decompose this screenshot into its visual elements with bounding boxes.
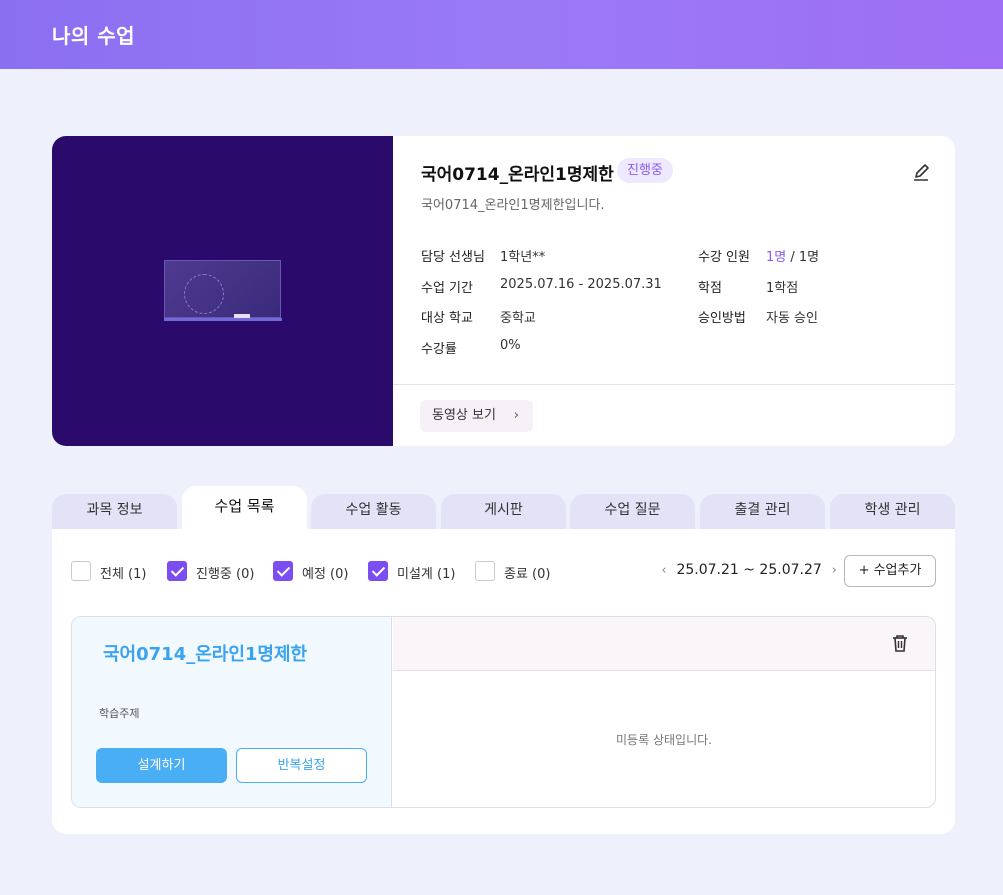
tab-lesson-list[interactable]: 수업 목록 (182, 486, 307, 529)
lesson-summary: 국어0714_온라인1명제한 학습주제 설계하기 반복설정 (72, 617, 392, 807)
empty-state-message: 미등록 상태입니다. (616, 733, 712, 747)
checkbox[interactable] (475, 561, 495, 581)
week-navigator: ‹ 25.07.21 ~ 25.07.27 › (656, 562, 842, 578)
approval-label: 승인방법 (698, 311, 746, 326)
top-header: 나의 수업 (0, 0, 1003, 69)
course-card: 국어0714_온라인1명제한 진행중 국어0714_온라인1명제한입니다. 담당… (52, 136, 955, 446)
course-description: 국어0714_온라인1명제한입니다. (421, 198, 605, 213)
lesson-list-panel: 전체 (1) 진행중 (0) 예정 (0) 미설계 (1) 종료 (0) ‹ 2… (52, 529, 955, 834)
tab-attendance[interactable]: 출결 관리 (700, 494, 825, 529)
teacher-label: 담당 선생님 (421, 250, 485, 265)
course-info: 국어0714_온라인1명제한 진행중 국어0714_온라인1명제한입니다. 담당… (421, 136, 955, 384)
course-thumbnail (52, 136, 393, 446)
tab-lesson-activity[interactable]: 수업 활동 (311, 494, 436, 529)
school-value: 중학교 (500, 311, 536, 326)
period-label: 수업 기간 (421, 281, 473, 296)
enroll-value: 1명 / 1명 (766, 250, 820, 265)
lesson-card: 국어0714_온라인1명제한 학습주제 설계하기 반복설정 미등록 상태입니다. (71, 616, 936, 808)
teacher-value: 1학년** (500, 250, 546, 265)
rate-label: 수강률 (421, 342, 457, 357)
credit-label: 학점 (698, 281, 722, 296)
tab-board[interactable]: 게시판 (441, 494, 566, 529)
rate-value: 0% (500, 338, 521, 353)
trash-icon[interactable] (891, 633, 909, 653)
repeat-setting-button[interactable]: 반복설정 (236, 748, 367, 783)
course-name: 국어0714_온라인1명제한 (421, 165, 614, 185)
status-badge: 진행중 (617, 158, 673, 183)
lesson-header (393, 617, 935, 671)
approval-value: 자동 승인 (766, 311, 818, 326)
pencil-icon[interactable] (911, 163, 931, 183)
tab-students[interactable]: 학생 관리 (830, 494, 955, 529)
credit-value: 1학점 (766, 281, 799, 296)
view-video-button[interactable]: 동영상 보기 › (420, 400, 533, 432)
check-icon[interactable] (273, 561, 293, 581)
lesson-title: 국어0714_온라인1명제한 (103, 644, 308, 665)
week-range: 25.07.21 ~ 25.07.27 (676, 562, 822, 578)
page-title: 나의 수업 (52, 24, 136, 48)
tab-lesson-questions[interactable]: 수업 질문 (570, 494, 695, 529)
design-button[interactable]: 설계하기 (96, 748, 227, 783)
lesson-topic-label: 학습주제 (99, 707, 140, 720)
school-label: 대상 학교 (421, 311, 473, 326)
check-icon[interactable] (368, 561, 388, 581)
chevron-left-icon[interactable]: ‹ (656, 563, 672, 578)
enroll-label: 수강 인원 (698, 250, 750, 265)
checkbox[interactable] (71, 561, 91, 581)
tab-bar: 과목 정보 수업 목록 수업 활동 게시판 수업 질문 출결 관리 학생 관리 (52, 486, 955, 529)
period-value: 2025.07.16 - 2025.07.31 (500, 277, 662, 292)
divider (393, 384, 955, 385)
chevron-right-icon: › (513, 408, 519, 423)
check-icon[interactable] (167, 561, 187, 581)
add-lesson-button[interactable]: + 수업추가 (844, 555, 936, 587)
chevron-right-icon[interactable]: › (826, 563, 842, 578)
tab-course-info[interactable]: 과목 정보 (52, 494, 177, 529)
